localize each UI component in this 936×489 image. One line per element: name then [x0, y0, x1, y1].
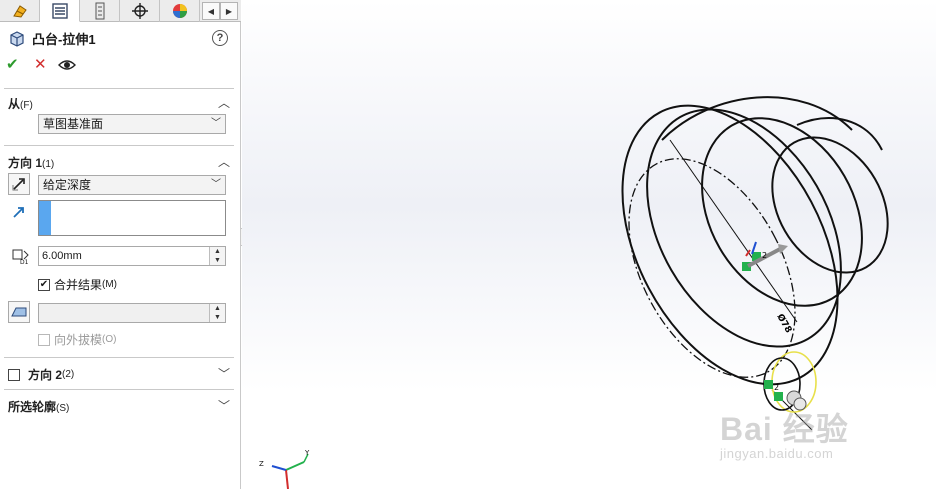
svg-text:Y: Y	[304, 449, 310, 457]
selected-contours-title: 所选轮廓(S)	[8, 400, 70, 414]
direction2-checkbox[interactable]	[8, 368, 20, 381]
direction2-section-header[interactable]: 方向 2 (2) ﹀	[0, 362, 234, 384]
help-icon[interactable]: ?	[212, 30, 228, 46]
selected-contours-section-header[interactable]: 所选轮廓(S) ﹀	[0, 394, 234, 416]
draft-outward-box[interactable]	[38, 333, 50, 346]
chevron-down-icon: ﹀	[211, 118, 221, 129]
direction1-section-title: 方向 1(1)	[8, 156, 55, 170]
dimxpert-icon	[131, 3, 148, 19]
tab-scroll-right-button[interactable]: ▶	[220, 2, 238, 20]
baidu-watermark: Bai 经验 jingyan.baidu.com	[720, 411, 849, 461]
from-section-title: 从(F)	[8, 97, 33, 111]
reference-triad: Y Z	[259, 449, 310, 489]
draft-toggle-button[interactable]	[8, 301, 30, 323]
property-manager-panel: ◀ ▶ 凸台-拉伸1 ? ✔ ✕ 从(F) ︿ 草图基准面 ﹀ 方向 1(1) …	[0, 0, 241, 489]
eye-icon	[58, 60, 76, 70]
merge-checkbox-box[interactable]: ✔	[38, 278, 50, 291]
divider	[4, 145, 234, 146]
merge-result-checkbox[interactable]: ✔ 合并结果 (M)	[38, 276, 117, 293]
chevron-up-icon: ︿	[217, 155, 230, 169]
draft-angle-spinner[interactable]: ▲ ▼	[209, 304, 225, 322]
svg-text:D1: D1	[20, 259, 29, 265]
boss-extrude-icon	[10, 30, 24, 47]
end-condition-select[interactable]: 给定深度 ﹀	[38, 175, 226, 195]
svg-text:2: 2	[774, 383, 779, 392]
tab-display-manager[interactable]	[160, 0, 200, 22]
depth-input[interactable]: 6.00mm ▲ ▼	[38, 246, 226, 266]
outer-flange-edge	[621, 104, 839, 386]
preview-eye-button[interactable]	[58, 56, 76, 76]
svg-text:2: 2	[762, 251, 767, 260]
from-section-header[interactable]: 从(F) ︿	[0, 91, 234, 113]
depth-spinner[interactable]: ▲ ▼	[209, 247, 225, 265]
confirm-actions: ✔ ✕	[6, 56, 86, 74]
manager-tabs: ◀ ▶	[0, 0, 241, 22]
direction-reference-listbox[interactable]	[38, 200, 226, 236]
draft-icon	[11, 307, 27, 317]
from-start-condition-select[interactable]: 草图基准面 ﹀	[38, 114, 226, 134]
tab-dimxpert[interactable]	[120, 0, 160, 22]
boss-front-face	[771, 136, 889, 274]
reverse-direction-icon	[12, 178, 25, 191]
divider	[4, 389, 234, 390]
tab-scroll-left-button[interactable]: ◀	[202, 2, 220, 20]
extrude-handle-top: 2	[742, 241, 788, 271]
divider	[4, 357, 234, 358]
svg-text:Z: Z	[259, 460, 264, 468]
feature-title-row: 凸台-拉伸1	[8, 29, 96, 48]
divider	[4, 88, 234, 89]
reverse-direction-button[interactable]	[8, 173, 30, 195]
direction2-section-title: 方向 2 (2)	[8, 366, 74, 383]
selection-highlight-bar	[39, 201, 51, 235]
chevron-up-icon: ︿	[217, 96, 230, 110]
tab-feature-manager[interactable]	[0, 0, 40, 22]
tab-configuration-manager[interactable]	[80, 0, 120, 22]
chevron-down-icon: ﹀	[211, 179, 221, 190]
tab-property-manager[interactable]	[40, 0, 80, 22]
diameter-dimension-label: Ø78	[774, 312, 794, 335]
feature-manager-icon	[12, 5, 27, 18]
feature-title: 凸台-拉伸1	[32, 32, 96, 47]
display-manager-icon	[172, 4, 187, 18]
chevron-down-icon: ﹀	[217, 399, 230, 413]
chevron-down-icon: ﹀	[217, 367, 230, 381]
depth-dimension-icon: D1	[12, 249, 29, 265]
draft-outward-checkbox[interactable]: 向外拔模 (O)	[38, 331, 116, 348]
direction-vector-icon	[13, 207, 24, 218]
configuration-manager-icon	[95, 2, 104, 20]
draft-angle-input[interactable]: ▲ ▼	[38, 303, 226, 323]
direction1-section-header[interactable]: 方向 1(1) ︿	[0, 150, 234, 172]
property-manager-icon	[51, 2, 68, 19]
ok-button[interactable]: ✔	[6, 56, 19, 74]
cancel-button[interactable]: ✕	[34, 56, 47, 74]
